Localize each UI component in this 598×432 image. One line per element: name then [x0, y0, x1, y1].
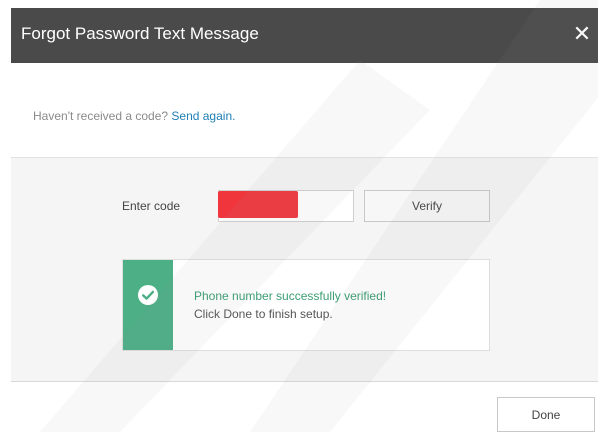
dialog-titlebar: Forgot Password Text Message ✕ — [11, 8, 598, 63]
send-again-link[interactable]: Send again. — [171, 109, 235, 123]
resend-row: Haven't received a code? Send again. — [33, 109, 235, 123]
verify-button[interactable]: Verify — [364, 190, 490, 222]
close-icon[interactable]: ✕ — [570, 20, 594, 48]
forgot-password-dialog: Forgot Password Text Message ✕ Haven't r… — [0, 0, 598, 432]
success-message-box: Phone number successfully verified! Clic… — [122, 259, 490, 351]
resend-prompt: Haven't received a code? — [33, 109, 169, 123]
success-status-bar — [123, 260, 173, 350]
done-button[interactable]: Done — [497, 397, 595, 432]
success-subtitle: Click Done to finish setup. — [194, 307, 333, 321]
enter-code-label: Enter code — [122, 199, 181, 213]
success-title: Phone number successfully verified! — [194, 289, 387, 303]
redaction-mark — [218, 191, 298, 218]
dialog-title: Forgot Password Text Message — [21, 24, 259, 43]
check-circle-icon — [138, 285, 158, 305]
